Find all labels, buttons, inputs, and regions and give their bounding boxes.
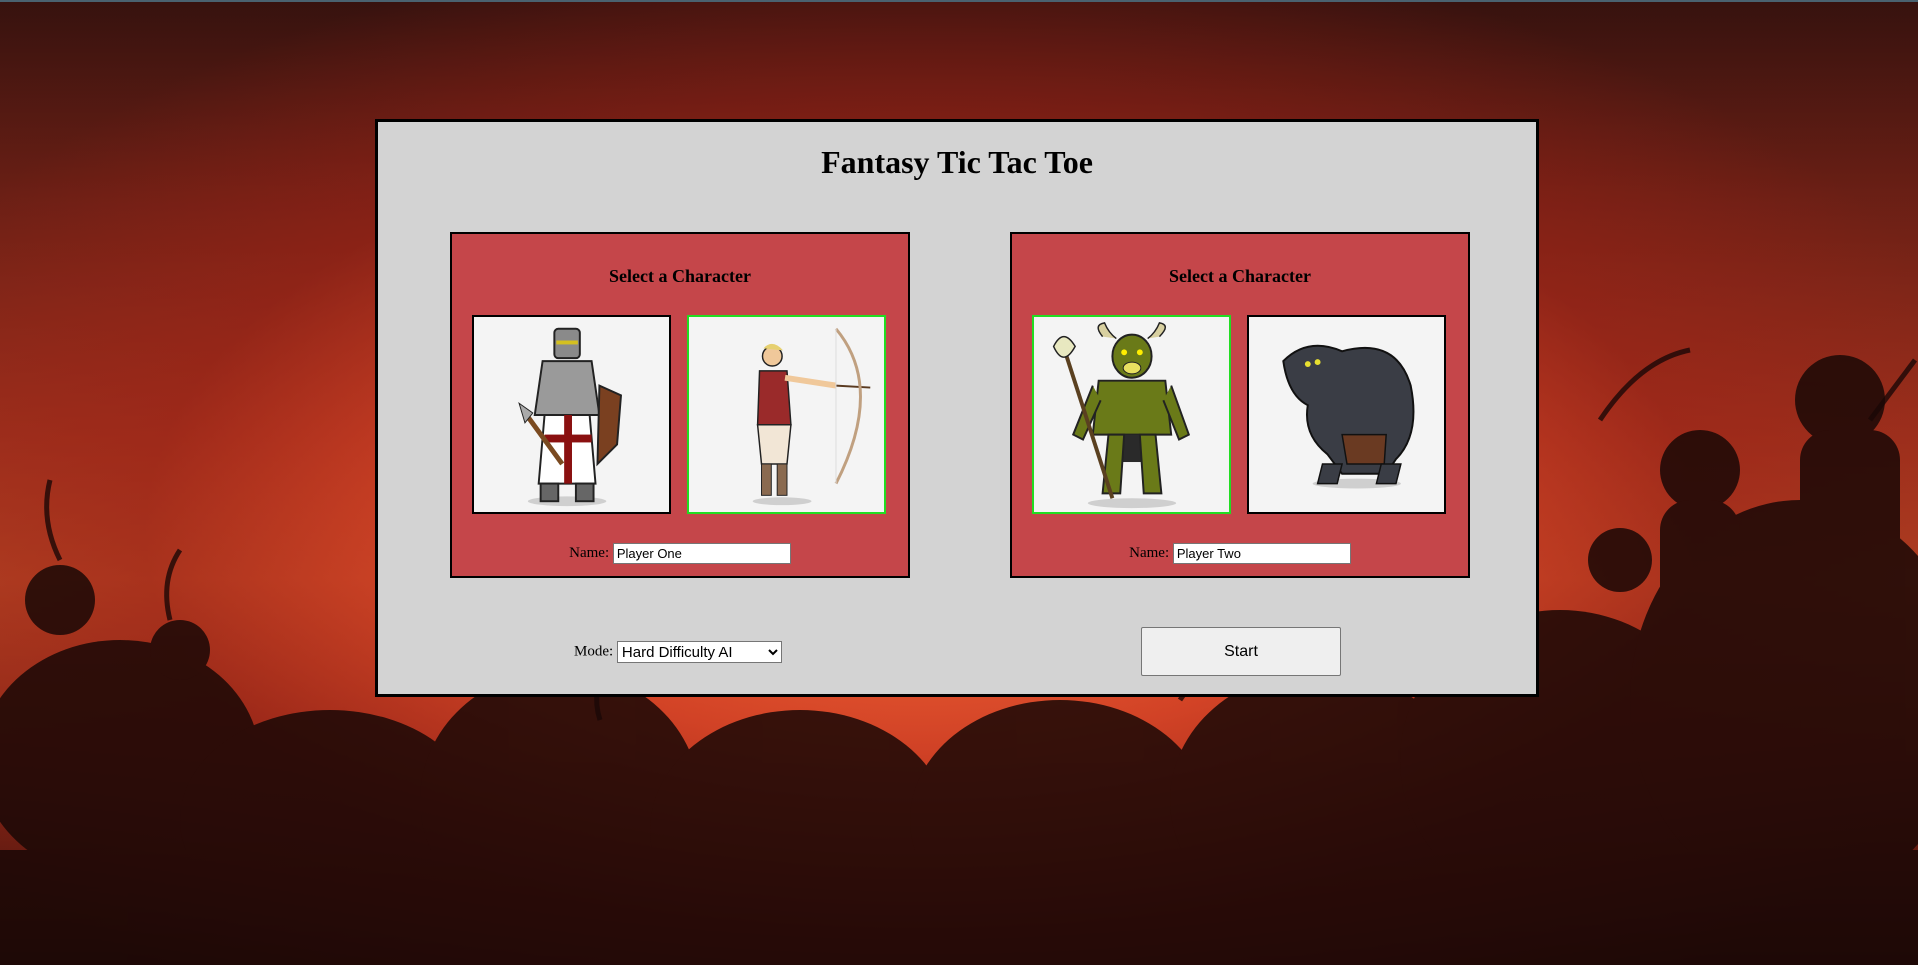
player-two-card: Select a Character Name: Player Two	[1010, 232, 1470, 578]
character-troll[interactable]	[1247, 315, 1446, 514]
player-two-heading: Select a Character	[1169, 266, 1311, 286]
character-archer[interactable]	[687, 315, 886, 514]
character-minotaur[interactable]	[1032, 315, 1231, 514]
player-one-name-label: Name:	[569, 544, 610, 561]
player-one-name-input[interactable]	[612, 543, 791, 564]
character-knight[interactable]	[472, 315, 671, 514]
player-one-heading: Select a Character	[609, 266, 751, 286]
page-title: Fantasy Tic Tac Toe	[821, 144, 1093, 180]
game-setup-panel: Fantasy Tic Tac Toe Select a Character N…	[375, 119, 1539, 697]
archer-icon	[752, 327, 871, 506]
player-two-name-input[interactable]	[1172, 543, 1351, 564]
troll-icon	[1282, 344, 1415, 489]
start-button[interactable]: Start	[1141, 627, 1341, 676]
player-one-name-row: Name:	[452, 543, 908, 564]
mode-select[interactable]: Hard Difficulty AI	[616, 641, 782, 663]
player-two-name-row: Name:	[1012, 543, 1468, 564]
player-one-card: Select a Character Name: Player One	[450, 232, 910, 578]
mode-row: Mode: Hard Difficulty AI	[574, 641, 782, 663]
player-two-name-label: Name:	[1129, 544, 1170, 561]
knight-icon	[518, 327, 623, 507]
mode-label: Mode:	[574, 643, 614, 660]
minotaur-icon	[1052, 322, 1191, 509]
